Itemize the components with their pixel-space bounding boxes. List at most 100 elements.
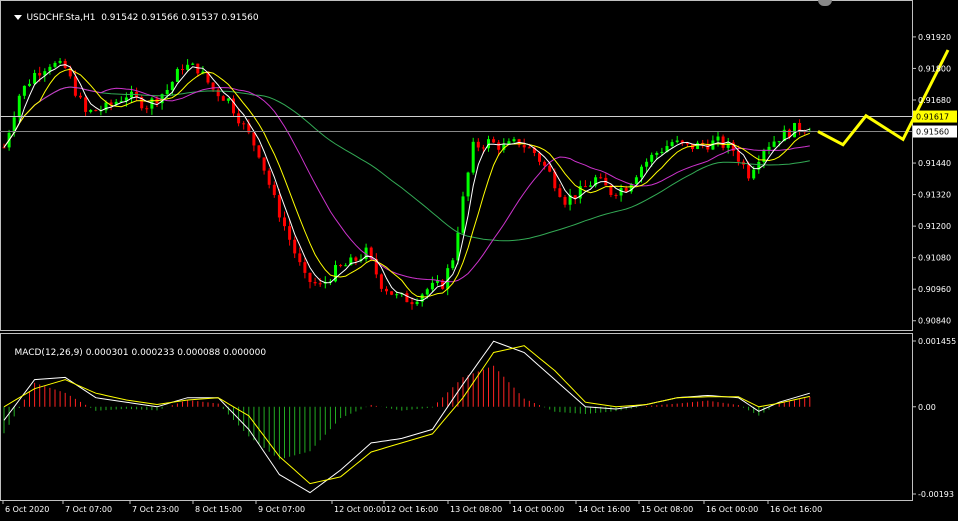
candle-body[interactable] bbox=[777, 141, 781, 143]
candle-body[interactable] bbox=[390, 291, 394, 295]
candle-body[interactable] bbox=[415, 301, 419, 305]
candle-body[interactable] bbox=[318, 283, 322, 285]
candle-body[interactable] bbox=[308, 272, 312, 283]
candle-body[interactable] bbox=[583, 186, 587, 188]
chart-canvas[interactable]: 0.91920 0.91800 0.91680 0.91560 0.91440 0.913… bbox=[0, 0, 958, 517]
candle-body[interactable] bbox=[53, 62, 57, 67]
candle-body[interactable] bbox=[145, 108, 149, 110]
candle-body[interactable] bbox=[599, 177, 603, 179]
candle-body[interactable] bbox=[17, 95, 21, 118]
candle-body[interactable] bbox=[752, 169, 756, 179]
candle-body[interactable] bbox=[660, 151, 664, 153]
candle-body[interactable] bbox=[79, 95, 82, 98]
candle-body[interactable] bbox=[38, 72, 42, 76]
candle-body[interactable] bbox=[747, 164, 751, 179]
candle-body[interactable] bbox=[379, 274, 383, 289]
time-tick-label: 12 Oct 00:00 bbox=[334, 505, 386, 514]
candle-body[interactable] bbox=[476, 141, 480, 148]
candle-body[interactable] bbox=[196, 63, 200, 74]
candle-body[interactable] bbox=[512, 139, 516, 142]
candle-body[interactable] bbox=[466, 172, 470, 197]
candle-body[interactable] bbox=[385, 288, 388, 292]
candle-body[interactable] bbox=[527, 147, 531, 149]
candle-body[interactable] bbox=[181, 69, 184, 71]
candle-body[interactable] bbox=[716, 136, 720, 141]
candle-body[interactable] bbox=[736, 150, 740, 162]
candle-body[interactable] bbox=[84, 97, 88, 112]
candle-body[interactable] bbox=[175, 69, 179, 82]
candle-body[interactable] bbox=[497, 142, 501, 150]
candle-body[interactable] bbox=[538, 152, 541, 162]
candle-body[interactable] bbox=[22, 85, 26, 96]
candle-body[interactable] bbox=[624, 188, 628, 192]
candle-body[interactable] bbox=[303, 262, 307, 273]
candle-body[interactable] bbox=[548, 165, 552, 172]
candle-body[interactable] bbox=[339, 265, 343, 267]
candle-body[interactable] bbox=[471, 141, 475, 173]
candle-body[interactable] bbox=[589, 185, 592, 187]
candle-body[interactable] bbox=[272, 184, 276, 196]
candle-body[interactable] bbox=[410, 302, 414, 305]
macd-tick-label: 0.00 bbox=[918, 403, 936, 412]
candle-body[interactable] bbox=[94, 110, 98, 112]
candle-body[interactable] bbox=[650, 154, 654, 162]
candle-body[interactable] bbox=[451, 260, 455, 269]
candle-body[interactable] bbox=[640, 166, 643, 178]
candle-body[interactable] bbox=[28, 83, 31, 86]
candle-body[interactable] bbox=[170, 81, 174, 90]
candle-body[interactable] bbox=[563, 196, 567, 205]
candle-body[interactable] bbox=[675, 140, 679, 143]
candle-body[interactable] bbox=[634, 177, 638, 184]
candle-body[interactable] bbox=[267, 170, 271, 185]
candle-body[interactable] bbox=[191, 63, 195, 65]
candle-body[interactable] bbox=[313, 282, 317, 284]
candle-body[interactable] bbox=[89, 110, 93, 112]
candle-body[interactable] bbox=[706, 144, 710, 150]
candle-body[interactable] bbox=[405, 293, 409, 303]
candle-body[interactable] bbox=[670, 142, 674, 147]
candle-body[interactable] bbox=[487, 139, 490, 149]
candle-body[interactable] bbox=[767, 146, 771, 151]
candle-body[interactable] bbox=[614, 194, 618, 196]
dropdown-triangle-icon[interactable] bbox=[14, 15, 23, 20]
candle-body[interactable] bbox=[186, 64, 190, 70]
candle-body[interactable] bbox=[425, 289, 429, 295]
candle-body[interactable] bbox=[793, 122, 796, 138]
candle-body[interactable] bbox=[2, 147, 6, 149]
candle-body[interactable] bbox=[298, 253, 302, 263]
candle-body[interactable] bbox=[242, 123, 246, 125]
candle-body[interactable] bbox=[430, 282, 434, 290]
candle-body[interactable] bbox=[226, 98, 230, 101]
candle-body[interactable] bbox=[772, 141, 776, 147]
candle-body[interactable] bbox=[721, 136, 725, 148]
candle-body[interactable] bbox=[277, 195, 281, 218]
candle-body[interactable] bbox=[395, 294, 399, 296]
candle-body[interactable] bbox=[288, 226, 292, 240]
candle-body[interactable] bbox=[165, 89, 169, 95]
candle-body[interactable] bbox=[58, 60, 62, 63]
candle-body[interactable] bbox=[262, 157, 266, 171]
candle-body[interactable] bbox=[726, 142, 730, 148]
time-tick-label: 12 Oct 16:00 bbox=[386, 505, 438, 514]
candle-body[interactable] bbox=[481, 147, 485, 149]
candle-body[interactable] bbox=[645, 161, 649, 167]
trading-chart-window[interactable]: 0.91920 0.91800 0.91680 0.91560 0.91440 0.913… bbox=[0, 0, 958, 517]
candle-body[interactable] bbox=[73, 76, 77, 96]
candle-body[interactable] bbox=[221, 96, 225, 101]
candle-body[interactable] bbox=[492, 139, 496, 143]
candle-body[interactable] bbox=[283, 217, 286, 227]
candle-body[interactable] bbox=[344, 265, 348, 267]
candle-body[interactable] bbox=[655, 152, 659, 155]
symbol-label: USDCHF.Sta,H1 bbox=[26, 13, 96, 23]
candle-body[interactable] bbox=[257, 145, 261, 158]
candle-body[interactable] bbox=[33, 72, 37, 84]
candle-body[interactable] bbox=[354, 257, 358, 261]
candle-body[interactable] bbox=[696, 142, 700, 149]
candle-body[interactable] bbox=[558, 188, 562, 197]
candle-body[interactable] bbox=[252, 132, 256, 146]
candle-body[interactable] bbox=[543, 161, 547, 166]
candle-body[interactable] bbox=[461, 196, 465, 233]
candle-body[interactable] bbox=[522, 145, 526, 148]
candle-body[interactable] bbox=[237, 113, 241, 124]
candle-body[interactable] bbox=[293, 239, 297, 254]
